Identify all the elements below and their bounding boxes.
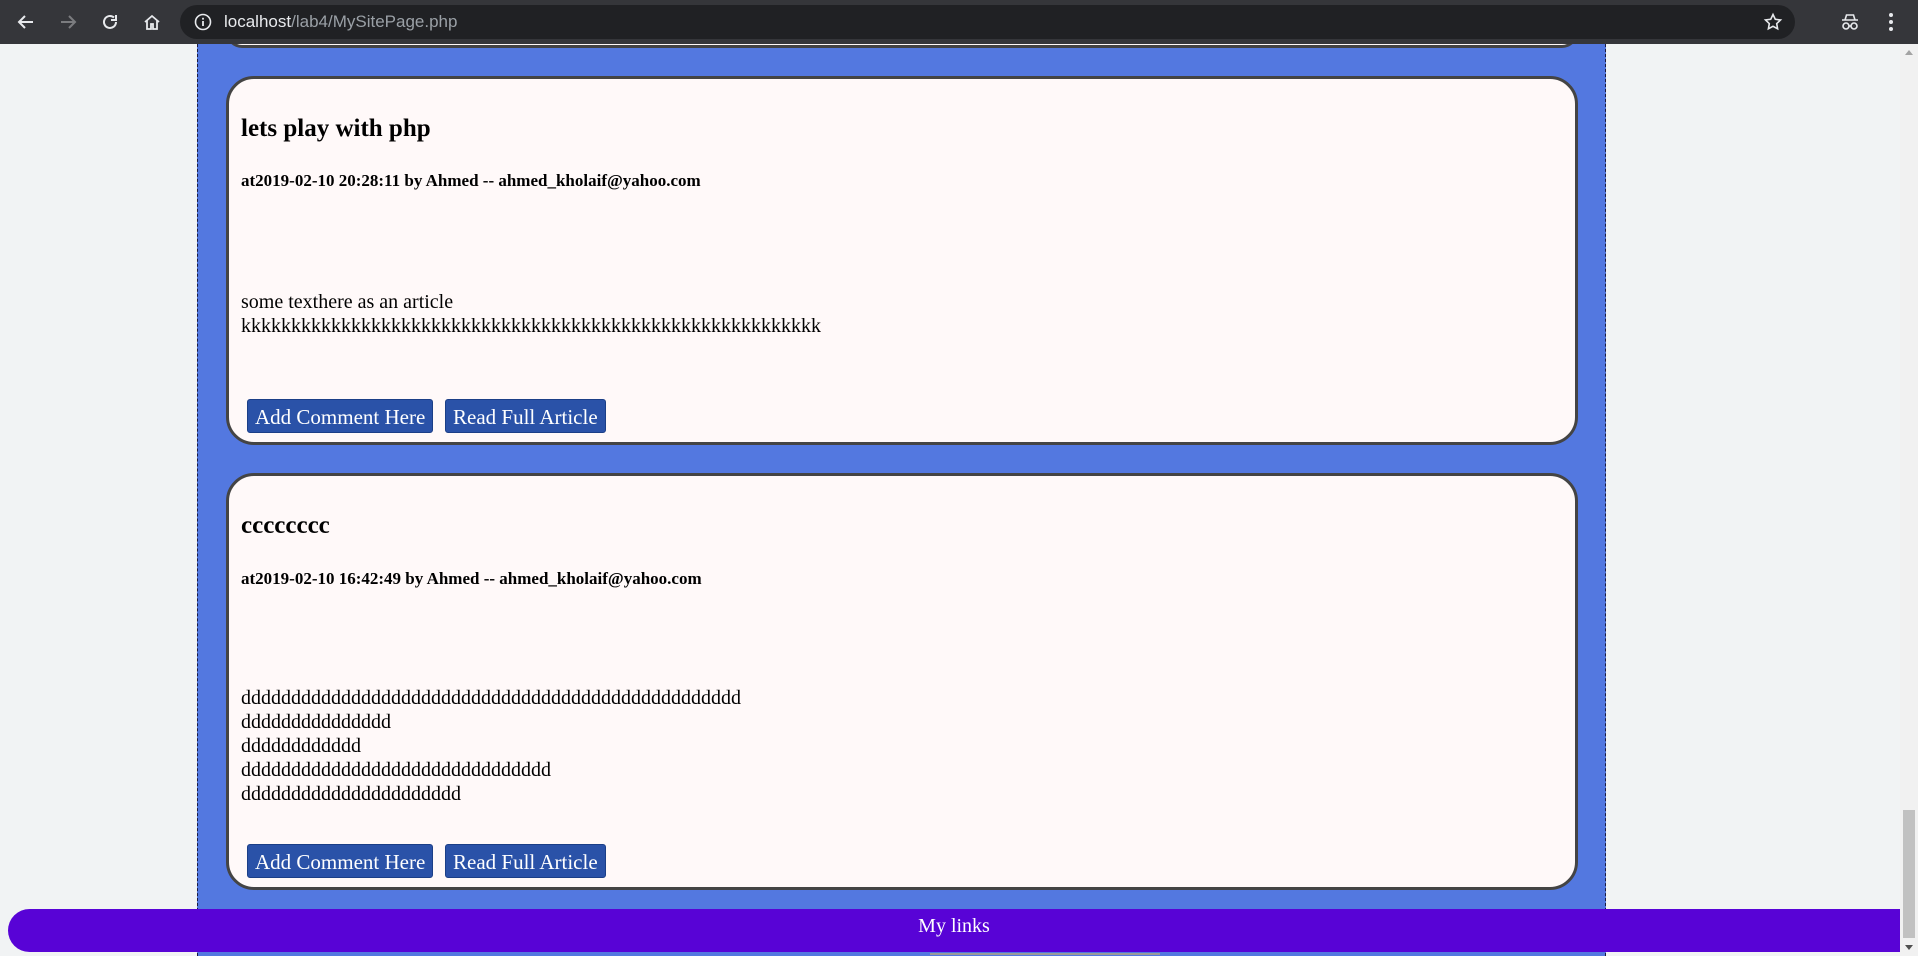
menu-button[interactable] bbox=[1876, 7, 1906, 37]
menu-icon bbox=[1889, 13, 1893, 31]
url-host: localhost bbox=[224, 12, 292, 31]
star-icon bbox=[1763, 12, 1783, 31]
reload-icon bbox=[103, 14, 117, 29]
back-button[interactable] bbox=[11, 7, 41, 37]
article-body-line: ddddddddddddddddddddddddddddddd bbox=[241, 759, 551, 781]
article-body-line: dddddddddddddddddddddd bbox=[241, 783, 461, 805]
scrollbar-thumb[interactable] bbox=[1903, 810, 1915, 938]
article-body: dddddddddddddddddddddddddddddddddddddddd… bbox=[241, 686, 741, 806]
article-meta: at2019-02-10 20:28:11 by Ahmed -- ahmed_… bbox=[241, 171, 701, 190]
article-title: cccccccc bbox=[241, 512, 330, 539]
bookmark-button[interactable] bbox=[1763, 12, 1783, 37]
article-body-line: kkkkkkkkkkkkkkkkkkkkkkkkkkkkkkkkkkkkkkkk… bbox=[241, 315, 821, 337]
articles-column: lets play with php at2019-02-10 20:28:11… bbox=[197, 44, 1606, 956]
article-body-line: dddddddddddddddddddddddddddddddddddddddd… bbox=[241, 687, 741, 709]
article-card: lets play with php at2019-02-10 20:28:11… bbox=[226, 76, 1578, 445]
url-path: /lab4/MySitePage.php bbox=[291, 12, 458, 31]
article-title: lets play with php bbox=[241, 115, 431, 142]
back-icon bbox=[17, 15, 33, 29]
article-meta: at2019-02-10 16:42:49 by Ahmed -- ahmed_… bbox=[241, 569, 702, 588]
scroll-down-arrow-icon[interactable] bbox=[1905, 945, 1913, 950]
read-full-article-button[interactable]: Read Full Article bbox=[445, 844, 606, 878]
home-icon bbox=[144, 14, 160, 30]
reload-button[interactable] bbox=[95, 7, 125, 37]
incognito-icon bbox=[1842, 14, 1858, 30]
scroll-up-arrow-icon[interactable] bbox=[1905, 50, 1913, 55]
add-comment-button[interactable]: Add Comment Here bbox=[247, 399, 434, 433]
page-viewport: lets play with php at2019-02-10 20:28:11… bbox=[0, 44, 1900, 956]
article-card: cccccccc at2019-02-10 16:42:49 by Ahmed … bbox=[226, 473, 1578, 890]
page-scrollbar[interactable] bbox=[1900, 44, 1918, 956]
article-body-line: some texthere as an article bbox=[241, 291, 454, 313]
article-body-line: ddddddddddddddd bbox=[241, 711, 391, 733]
article-body-line: dddddddddddd bbox=[241, 735, 361, 757]
url-text: localhost/lab4/MySitePage.php bbox=[224, 5, 457, 39]
home-button[interactable] bbox=[137, 7, 167, 37]
article-body: some texthere as an article kkkkkkkkkkkk… bbox=[241, 290, 821, 338]
forward-icon bbox=[61, 15, 77, 29]
bottom-divider bbox=[930, 953, 1160, 955]
address-bar[interactable]: localhost/lab4/MySitePage.php bbox=[180, 5, 1795, 39]
my-links-label[interactable]: My links bbox=[8, 915, 1900, 938]
previous-article-edge bbox=[226, 44, 1578, 48]
info-icon[interactable] bbox=[194, 13, 212, 31]
browser-toolbar: localhost/lab4/MySitePage.php bbox=[0, 0, 1918, 44]
read-full-article-button[interactable]: Read Full Article bbox=[445, 399, 606, 433]
forward-button[interactable] bbox=[53, 7, 83, 37]
add-comment-button[interactable]: Add Comment Here bbox=[247, 844, 434, 878]
footer-links-bar: My links bbox=[8, 909, 1900, 952]
incognito-button[interactable] bbox=[1835, 7, 1865, 37]
